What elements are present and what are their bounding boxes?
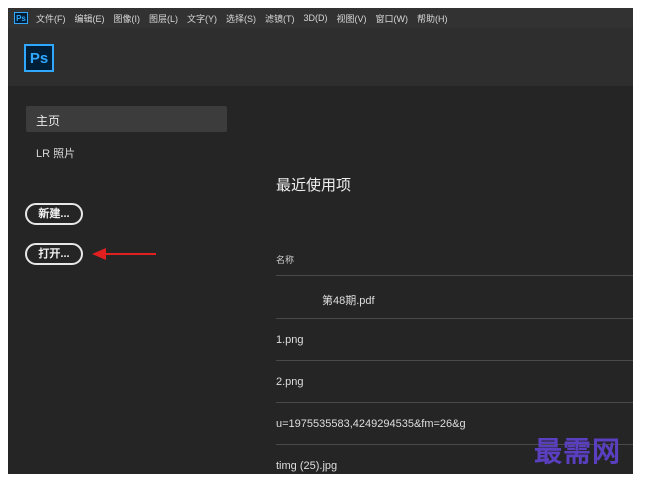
open-button[interactable]: 打开...	[25, 243, 83, 265]
top-toolbar: Ps	[8, 28, 633, 86]
recent-file-row[interactable]: u=1975535583,4249294535&fm=26&g	[276, 418, 466, 430]
sidebar-item-lr-photos[interactable]: LR 照片	[36, 145, 75, 161]
photoshop-window: Ps 文件(F) 编辑(E) 图像(I) 图层(L) 文字(Y) 选择(S) 滤…	[8, 8, 633, 474]
menu-image[interactable]: 图像(I)	[114, 12, 141, 25]
recent-file-row[interactable]: 2.png	[276, 376, 304, 388]
menu-filter[interactable]: 滤镜(T)	[265, 12, 295, 25]
menu-help[interactable]: 帮助(H)	[417, 12, 448, 25]
menu-window[interactable]: 窗口(W)	[376, 12, 409, 25]
menu-3d[interactable]: 3D(D)	[304, 13, 328, 23]
menu-type[interactable]: 文字(Y)	[187, 12, 217, 25]
watermark-logo: 最需网	[534, 435, 622, 468]
row-divider	[276, 402, 633, 403]
row-divider	[276, 275, 633, 276]
menu-layer[interactable]: 图层(L)	[149, 12, 178, 25]
row-divider	[276, 360, 633, 361]
sidebar-item-home-label: 主页	[36, 114, 61, 128]
ps-logo: Ps	[24, 44, 54, 72]
recent-file-row[interactable]: 第48期.pdf	[322, 292, 375, 308]
name-column-header[interactable]: 名称	[276, 253, 294, 266]
menu-edit[interactable]: 编辑(E)	[75, 12, 105, 25]
new-button[interactable]: 新建...	[25, 203, 83, 225]
recent-file-row[interactable]: 1.png	[276, 334, 304, 346]
recent-file-row[interactable]: timg (25).jpg	[276, 460, 337, 472]
recent-title: 最近使用项	[276, 177, 352, 194]
row-divider	[276, 318, 633, 319]
menu-view[interactable]: 视图(V)	[337, 12, 367, 25]
ps-app-icon[interactable]: Ps	[14, 12, 28, 24]
sidebar-item-home[interactable]: 主页	[26, 106, 227, 132]
menu-select[interactable]: 选择(S)	[226, 12, 256, 25]
left-arrow-icon	[92, 248, 156, 260]
menu-bar: Ps 文件(F) 编辑(E) 图像(I) 图层(L) 文字(Y) 选择(S) 滤…	[8, 8, 633, 28]
menu-file[interactable]: 文件(F)	[36, 12, 66, 25]
